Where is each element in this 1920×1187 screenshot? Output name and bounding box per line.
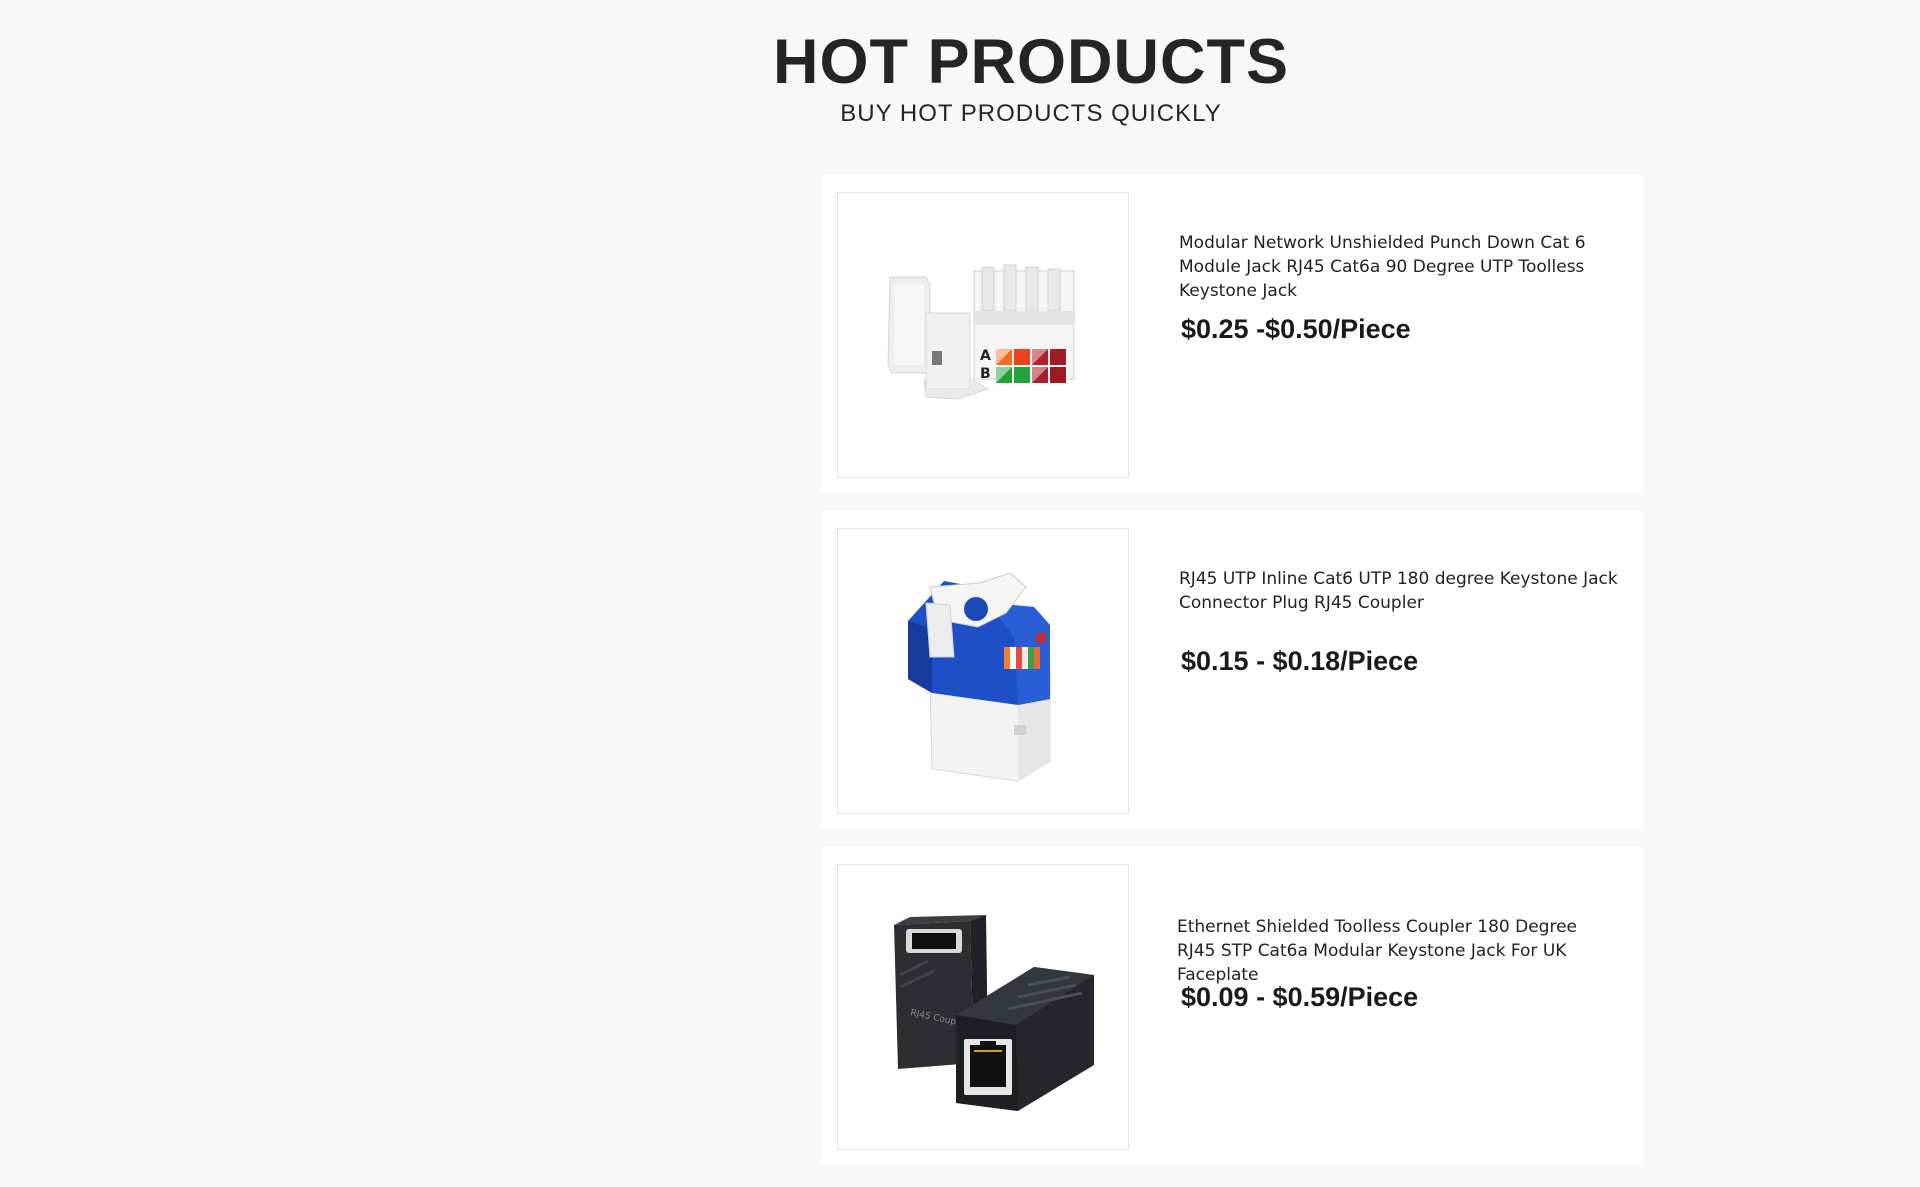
product-list: A B Modular Network Unshielded Punch Dow… <box>822 175 1644 1183</box>
product-image-link[interactable]: RJ45 Coupler <box>837 864 1129 1150</box>
product-image-link[interactable] <box>837 528 1129 814</box>
black-rj45-coupler-image: RJ45 Coupler <box>894 915 1094 1111</box>
section-subtitle: BUY HOT PRODUCTS QUICKLY <box>840 100 1222 127</box>
section-title: HOT PRODUCTS <box>773 27 1289 97</box>
product-card[interactable]: RJ45 UTP Inline Cat6 UTP 180 degree Keys… <box>822 511 1644 829</box>
product-name-link[interactable]: Ethernet Shielded Toolless Coupler 180 D… <box>1177 915 1617 987</box>
white-cat6-keystone-jack-image: A B <box>887 264 1075 400</box>
product-name-link[interactable]: RJ45 UTP Inline Cat6 UTP 180 degree Keys… <box>1179 567 1619 615</box>
jack-label-b: B <box>980 366 991 382</box>
product-price: $0.25 -$0.50/Piece <box>1181 314 1411 344</box>
product-price: $0.09 - $0.59/Piece <box>1181 982 1419 1012</box>
product-image-link[interactable]: A B <box>837 192 1129 478</box>
product-card[interactable]: A B Modular Network Unshielded Punch Dow… <box>822 175 1644 493</box>
product-name-link[interactable]: Modular Network Unshielded Punch Down Ca… <box>1179 231 1619 303</box>
jack-label-a: A <box>980 348 991 364</box>
product-price: $0.15 - $0.18/Piece <box>1181 646 1419 676</box>
blue-inline-keystone-jack-image <box>908 572 1051 782</box>
product-card[interactable]: RJ45 Coupler Ethernet Shielded Toolless … <box>822 847 1644 1165</box>
